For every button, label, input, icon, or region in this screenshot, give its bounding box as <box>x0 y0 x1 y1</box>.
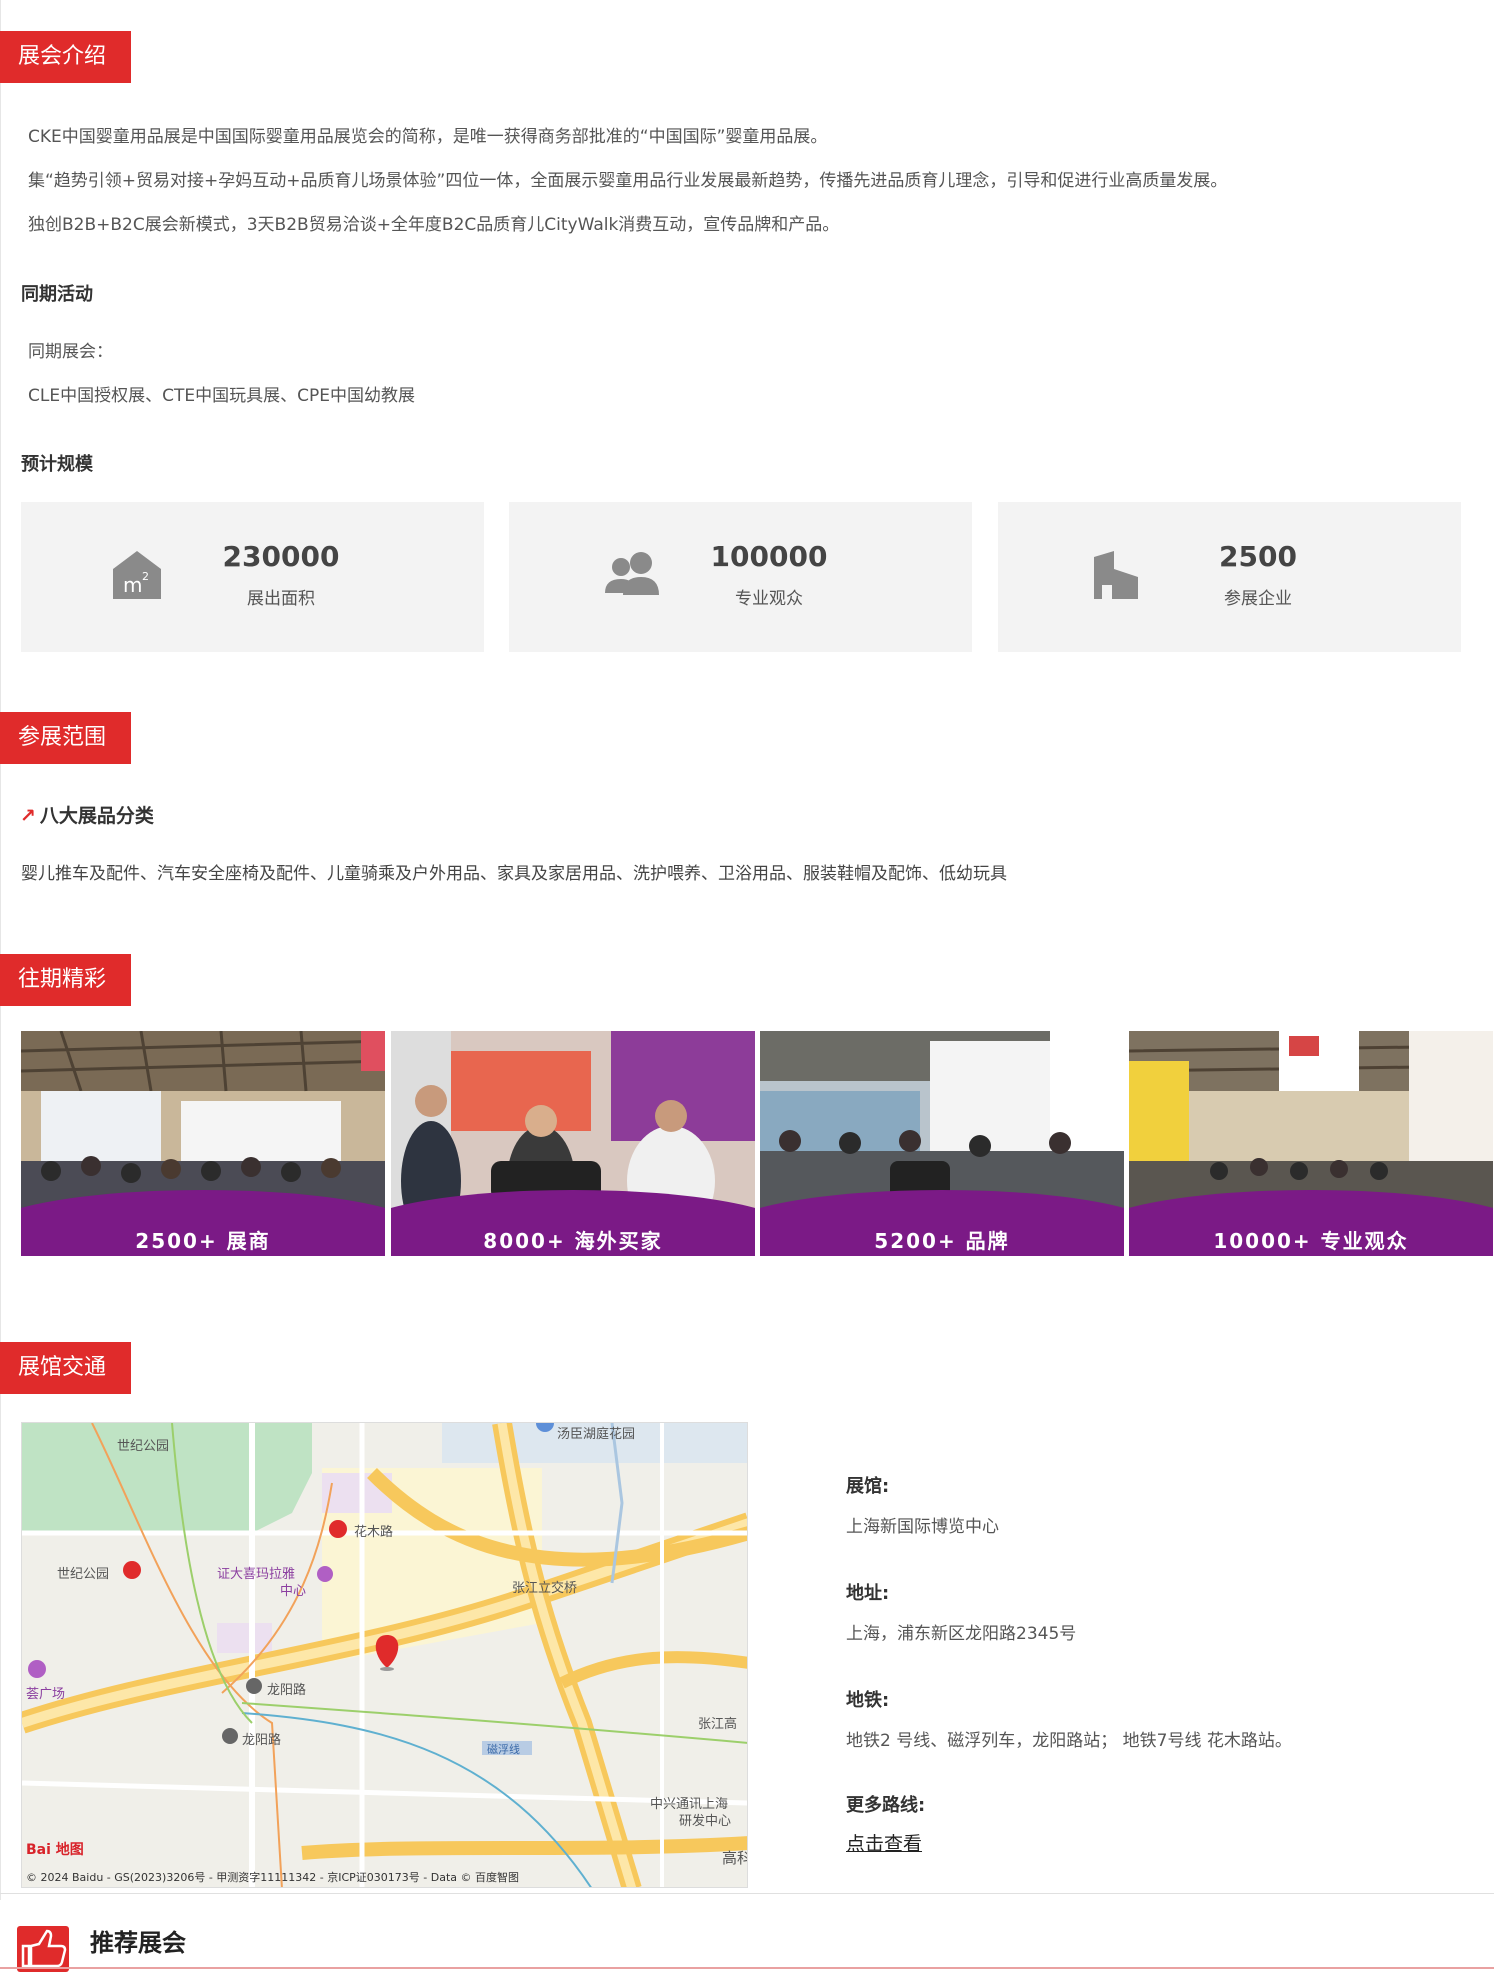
highlight-photo[interactable]: 10000+ 专业观众 <box>1129 1031 1493 1256</box>
concurrent-label: 同期展会： <box>28 342 113 362</box>
map-canvas[interactable] <box>22 1423 748 1888</box>
concurrent-heading: 同期活动 <box>21 284 93 305</box>
map-label: 花木路 <box>354 1525 394 1540</box>
left-border <box>0 0 1 1900</box>
page: 展会介绍 CKE中国婴童用品展是中国国际婴童用品展览会的简称，是唯一获得商务部批… <box>0 0 1494 1975</box>
divider <box>0 1893 1494 1894</box>
baidu-logo: Bai 地图 <box>26 1842 84 1858</box>
scale-heading: 预计规模 <box>21 454 93 475</box>
map-label: 世纪公园 <box>117 1439 170 1454</box>
section-tag-past: 往期精彩 <box>0 954 131 1006</box>
category-list: 婴儿推车及配件、汽车安全座椅及配件、儿童骑乘及户外用品、家具及家居用品、洗护喂养… <box>21 864 1007 884</box>
venue-metro: 地铁: 地铁2 号线、磁浮列车，龙阳路站； 地铁7号线 花木路站。 <box>846 1686 1292 1751</box>
map-label: 研发中心 <box>679 1814 732 1829</box>
hall-value: 上海新国际博览中心 <box>846 1517 999 1537</box>
stat-value: 2500 <box>1219 540 1297 573</box>
svg-text:m: m <box>123 573 142 597</box>
map-label: 张江高 <box>698 1717 738 1732</box>
metro-label: 地铁: <box>846 1690 890 1711</box>
venue-address: 地址: 上海，浦东新区龙阳路2345号 <box>846 1579 1076 1644</box>
highlight-caption: 8000+ 海外买家 <box>483 1229 663 1253</box>
stat-card-company: 2500 参展企业 <box>998 502 1461 652</box>
svg-text:2: 2 <box>142 570 149 583</box>
map-copyright: © 2024 Baidu - GS(2023)3206号 - 甲测资字11111… <box>26 1871 520 1884</box>
highlight-caption: 10000+ 专业观众 <box>1213 1229 1409 1253</box>
map-label: 龙阳路 <box>242 1733 282 1748</box>
area-icon: m 2 <box>109 547 165 603</box>
category-heading-text: 八大展品分类 <box>39 805 154 827</box>
map-label: 中心 <box>280 1584 307 1599</box>
map-label: 高科 <box>722 1849 747 1867</box>
address-label: 地址: <box>846 1583 890 1604</box>
intro-line-2: 集“趋势引领+贸易对接+孕妈互动+品质育儿场景体验”四位一体，全面展示婴童用品行… <box>28 171 1228 191</box>
map-label: 世纪公园 <box>57 1567 110 1582</box>
map-label: 张江立交桥 <box>512 1581 578 1596</box>
more-routes-link[interactable]: 点击查看 <box>846 1829 922 1856</box>
thumbs-up-icon <box>17 1926 69 1972</box>
stat-label: 专业观众 <box>735 589 803 609</box>
highlight-photo[interactable]: 5200+ 品牌 <box>760 1031 1124 1256</box>
venue-hall: 展馆: 上海新国际博览中心 <box>846 1472 999 1537</box>
map-label: 龙阳路 <box>267 1683 307 1698</box>
section-tag-transport: 展馆交通 <box>0 1342 131 1394</box>
map-label: 汤臣湖庭花园 <box>557 1427 636 1442</box>
stat-value: 230000 <box>222 540 340 573</box>
section-tag-scope: 参展范围 <box>0 712 131 764</box>
concurrent-list: CLE中国授权展、CTE中国玩具展、CPE中国幼教展 <box>28 386 415 406</box>
stat-card-area: m 2 230000 展出面积 <box>21 502 484 652</box>
hall-label: 展馆: <box>846 1476 890 1497</box>
company-icon <box>1088 547 1144 603</box>
section-tag-intro: 展会介绍 <box>0 31 131 83</box>
stat-label: 展出面积 <box>247 589 315 609</box>
map-label: 荟广场 <box>26 1687 66 1702</box>
highlight-caption: 5200+ 品牌 <box>874 1229 1010 1253</box>
highlight-photo[interactable]: 2500+ 展商 <box>21 1031 385 1256</box>
highlight-photo[interactable]: 8000+ 海外买家 <box>391 1031 755 1256</box>
audience-icon <box>601 547 659 603</box>
stat-value: 100000 <box>710 540 828 573</box>
stat-label: 参展企业 <box>1224 589 1292 609</box>
baidu-map[interactable]: 世纪公园 花木路 世纪公园 证大喜玛拉雅 中心 张江立交桥 龙阳路 龙阳路 荟广… <box>21 1422 748 1888</box>
category-heading: ↗ 八大展品分类 <box>20 801 154 828</box>
highlight-caption: 2500+ 展商 <box>135 1229 271 1253</box>
footer-bar <box>0 1967 1494 1969</box>
venue-more: 更多路线: 点击查看 <box>846 1791 925 1856</box>
stat-card-audience: 100000 专业观众 <box>509 502 972 652</box>
arrow-icon: ↗ <box>20 805 36 827</box>
recommend-title: 推荐展会 <box>90 1929 186 1957</box>
metro-value: 地铁2 号线、磁浮列车，龙阳路站； 地铁7号线 花木路站。 <box>846 1731 1292 1751</box>
intro-line-3: 独创B2B+B2C展会新模式，3天B2B贸易洽谈+全年度B2C品质育儿CityW… <box>28 215 840 235</box>
address-value: 上海，浦东新区龙阳路2345号 <box>846 1624 1077 1644</box>
map-label: 磁浮线 <box>487 1743 520 1756</box>
intro-line-1: CKE中国婴童用品展是中国国际婴童用品展览会的简称，是唯一获得商务部批准的“中国… <box>28 127 828 147</box>
more-label: 更多路线: <box>846 1795 926 1816</box>
